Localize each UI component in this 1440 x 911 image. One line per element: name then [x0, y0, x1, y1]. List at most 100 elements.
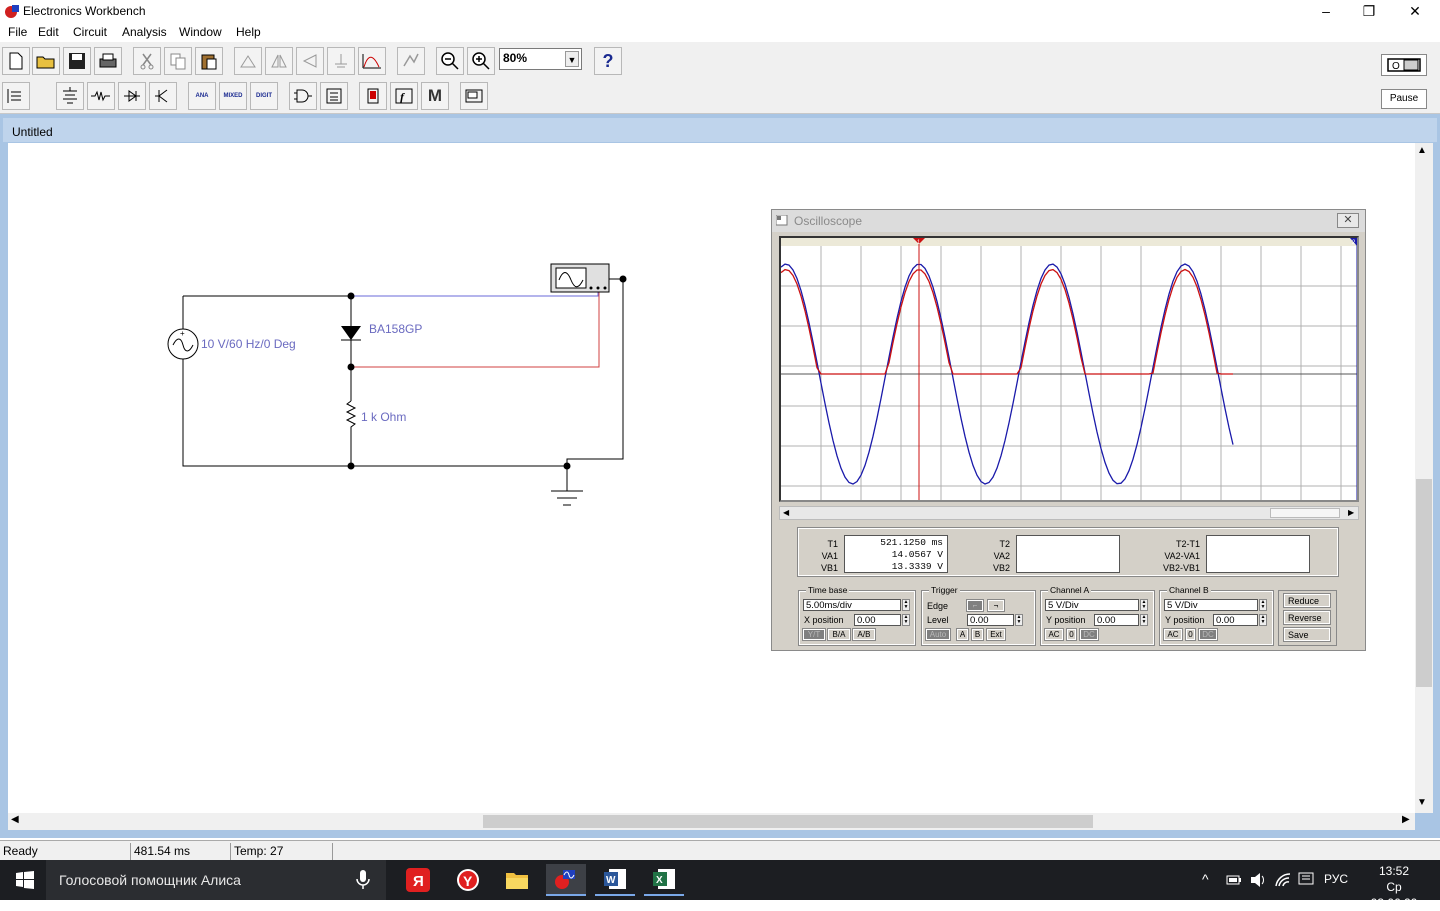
channel-a-scale-spinner[interactable]: ▲ ▼ — [1140, 599, 1148, 611]
print-icon[interactable] — [94, 47, 122, 75]
transistors-icon[interactable] — [149, 82, 177, 110]
zoom-out-icon[interactable] — [436, 47, 464, 75]
notification-icon[interactable] — [1298, 872, 1314, 888]
menu-file[interactable]: File — [8, 25, 27, 39]
channel-a-zero-button[interactable]: 0 — [1066, 628, 1077, 641]
channel-a-ypos-spinner[interactable]: ▲ ▼ — [1140, 614, 1148, 626]
basic-components-icon[interactable] — [87, 82, 115, 110]
oscilloscope-close-icon[interactable]: ✕ — [1337, 213, 1359, 228]
pause-button[interactable]: Pause — [1381, 89, 1427, 109]
yandex-app-icon[interactable]: Я — [398, 864, 438, 896]
yandex-browser-icon[interactable]: Y — [448, 864, 488, 896]
word-icon[interactable]: W — [595, 864, 635, 896]
menu-circuit[interactable]: Circuit — [73, 25, 107, 39]
digital-icon[interactable] — [320, 82, 348, 110]
menu-analysis[interactable]: Analysis — [122, 25, 167, 39]
excel-icon[interactable]: X — [644, 864, 684, 896]
channel-b-ypos-field[interactable]: 0.00 — [1213, 614, 1258, 626]
horizontal-scroll-thumb[interactable] — [483, 815, 1093, 828]
timebase-field[interactable]: 5.00ms/div — [803, 599, 901, 611]
zoom-select[interactable]: 80% ▼ — [499, 48, 582, 70]
clock[interactable]: 13:52 Ср 03.06.20 — [1362, 863, 1426, 911]
save-data-button[interactable]: Save — [1283, 627, 1331, 642]
scroll-down-icon[interactable]: ▼ — [1417, 797, 1427, 808]
mode-yt-button[interactable]: Y/T — [802, 628, 826, 641]
assistant-search-box[interactable]: Голосовой помощник Алиса — [46, 860, 386, 900]
oscilloscope-scrollbar[interactable]: ◀ ▶ — [779, 506, 1359, 520]
channel-a-ypos-field[interactable]: 0.00 — [1094, 614, 1139, 626]
volume-icon[interactable] — [1250, 872, 1266, 888]
logic-gates-icon[interactable] — [289, 82, 317, 110]
oscilloscope-screen[interactable]: 1 2 — [779, 236, 1359, 502]
horizontal-scrollbar[interactable]: ◀ ▶ — [8, 813, 1415, 830]
channel-b-dc-button[interactable]: DC — [1198, 628, 1218, 641]
create-subcircuit-icon[interactable] — [358, 47, 386, 75]
menu-help[interactable]: Help — [236, 25, 261, 39]
channel-b-scale-field[interactable]: 5 V/Div — [1164, 599, 1258, 611]
copy-icon[interactable] — [164, 47, 192, 75]
scroll-left-icon[interactable]: ◀ — [11, 814, 19, 825]
activate-simulation-switch[interactable]: O — [1381, 54, 1427, 76]
cut-icon[interactable] — [133, 47, 161, 75]
edge-rising-icon[interactable]: ⌐ — [966, 599, 984, 612]
electronics-workbench-taskbar-icon[interactable] — [546, 864, 586, 896]
vertical-scrollbar[interactable]: ▲ ▼ — [1415, 143, 1433, 813]
edge-falling-icon[interactable]: ¬ — [987, 599, 1005, 612]
timebase-spinner[interactable]: ▲ ▼ — [902, 599, 910, 611]
osc-scroll-right-icon[interactable]: ▶ — [1348, 508, 1354, 517]
zoom-in-icon[interactable] — [467, 47, 495, 75]
mixed-ics-icon[interactable]: MIXED — [219, 82, 247, 110]
controls-icon[interactable]: f — [390, 82, 418, 110]
save-icon[interactable] — [63, 47, 91, 75]
trigger-auto-button[interactable]: Auto — [925, 628, 951, 641]
level-spinner[interactable]: ▲ ▼ — [1015, 614, 1023, 626]
microphone-icon[interactable] — [356, 870, 370, 890]
trigger-ext-button[interactable]: Ext — [986, 628, 1006, 641]
indicators-icon[interactable] — [359, 82, 387, 110]
channel-b-ac-button[interactable]: AC — [1163, 628, 1183, 641]
rotate-icon[interactable] — [234, 47, 262, 75]
maximize-button[interactable]: ❐ — [1346, 0, 1392, 22]
scroll-right-icon[interactable]: ▶ — [1402, 814, 1410, 825]
miscellaneous-icon[interactable]: M — [421, 82, 449, 110]
battery-icon[interactable] — [1226, 873, 1242, 887]
mode-ab-button[interactable]: A/B — [852, 628, 876, 641]
minimize-button[interactable]: – — [1303, 0, 1349, 22]
windows-start-icon[interactable] — [4, 864, 46, 896]
digital-ics-icon[interactable]: DIGIT — [250, 82, 278, 110]
channel-b-scale-spinner[interactable]: ▲ ▼ — [1259, 599, 1267, 611]
xpos-field[interactable]: 0.00 — [854, 614, 901, 626]
flip-vertical-icon[interactable] — [296, 47, 324, 75]
channel-a-scale-field[interactable]: 5 V/Div — [1045, 599, 1139, 611]
open-folder-icon[interactable] — [32, 47, 60, 75]
sources-icon[interactable] — [56, 82, 84, 110]
mode-ba-button[interactable]: B/A — [827, 628, 851, 641]
trigger-a-button[interactable]: A — [956, 628, 969, 641]
flip-horizontal-icon[interactable] — [265, 47, 293, 75]
help-button[interactable]: ? — [594, 47, 622, 75]
new-file-icon[interactable] — [2, 47, 30, 75]
resistor-symbol[interactable] — [345, 400, 357, 429]
reduce-button[interactable]: Reduce — [1283, 593, 1331, 608]
tray-expand-icon[interactable]: ^ — [1202, 871, 1209, 887]
instruments-icon[interactable] — [460, 82, 488, 110]
file-explorer-icon[interactable] — [497, 864, 537, 896]
osc-scroll-left-icon[interactable]: ◀ — [783, 508, 789, 517]
language-indicator[interactable]: РУС — [1324, 872, 1348, 886]
channel-a-ac-button[interactable]: AC — [1044, 628, 1064, 641]
diodes-icon[interactable] — [118, 82, 146, 110]
menu-edit[interactable]: Edit — [38, 25, 59, 39]
chevron-down-icon[interactable]: ▼ — [565, 51, 579, 67]
channel-b-zero-button[interactable]: 0 — [1185, 628, 1196, 641]
xpos-spinner[interactable]: ▲ ▼ — [902, 614, 910, 626]
level-field[interactable]: 0.00 — [967, 614, 1014, 626]
reverse-button[interactable]: Reverse — [1283, 610, 1331, 625]
diode-symbol[interactable] — [341, 326, 361, 340]
paste-icon[interactable] — [195, 47, 223, 75]
vertical-scroll-thumb[interactable] — [1416, 479, 1432, 687]
trigger-b-button[interactable]: B — [971, 628, 984, 641]
component-properties-icon[interactable] — [327, 47, 355, 75]
analog-ics-icon[interactable]: ANA — [188, 82, 216, 110]
analysis-graphs-icon[interactable] — [397, 47, 425, 75]
channel-a-dc-button[interactable]: DC — [1079, 628, 1099, 641]
